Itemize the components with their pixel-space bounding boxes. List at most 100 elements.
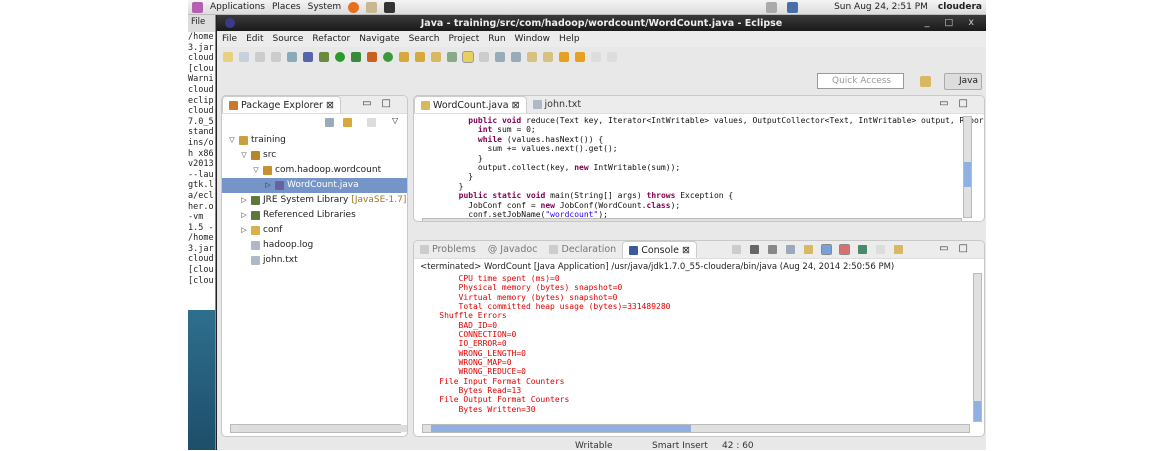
window-controls[interactable]: _ □ x (925, 17, 980, 28)
clock[interactable]: Sun Aug 24, 2:51 PM (834, 2, 928, 12)
code-editor[interactable]: public void reduce(Text key, Iterator<In… (414, 114, 984, 219)
menu-help[interactable]: Help (559, 34, 580, 44)
menu-system[interactable]: System (308, 2, 342, 12)
vertical-scrollbar[interactable] (963, 116, 972, 218)
twisty-icon[interactable]: ▷ (240, 193, 248, 208)
menu-refactor[interactable]: Refactor (312, 34, 350, 44)
prev-annotation-icon[interactable] (543, 52, 553, 62)
scroll-lock-icon[interactable] (804, 245, 813, 254)
vertical-scrollbar[interactable] (973, 273, 982, 422)
network-icon[interactable] (787, 1, 799, 13)
menu-search[interactable]: Search (409, 34, 440, 44)
show-whitespace-icon[interactable] (495, 52, 505, 62)
menu-places[interactable]: Places (272, 2, 301, 12)
terminal-menu-file[interactable]: File (191, 17, 205, 27)
menu-edit[interactable]: Edit (246, 34, 263, 44)
open-perspective-icon[interactable] (920, 76, 931, 87)
block-selection-icon[interactable] (479, 52, 489, 62)
run-icon[interactable] (335, 52, 345, 62)
show-stdout-icon[interactable] (821, 244, 832, 255)
twisty-icon[interactable]: ▷ (264, 178, 272, 193)
open-task-icon[interactable] (415, 52, 425, 62)
menu-file[interactable]: File (222, 34, 237, 44)
new-type-icon[interactable] (239, 52, 249, 62)
tab-john-txt[interactable]: john.txt (527, 96, 588, 113)
save-icon[interactable] (255, 52, 265, 62)
save-all-icon[interactable] (271, 52, 281, 62)
menu-applications[interactable]: Applications (210, 2, 265, 12)
twisty-icon[interactable]: ▽ (240, 148, 248, 163)
show-stderr-icon[interactable] (839, 244, 850, 255)
link-editor-icon[interactable] (343, 118, 352, 127)
quick-access-input[interactable]: Quick Access (817, 73, 904, 89)
menu-run[interactable]: Run (488, 34, 505, 44)
tree-item[interactable]: ▷ conf (222, 223, 407, 238)
tab-console[interactable]: Console ⊠ (622, 241, 697, 258)
clear-console-icon[interactable] (786, 245, 795, 254)
mark-occurrences-icon[interactable] (462, 51, 474, 63)
forward-icon[interactable] (591, 52, 601, 62)
terminal-window[interactable]: File /home 3.jar cloud [clou Warni cloud eclip… (188, 15, 216, 450)
next-annotation-icon[interactable] (527, 52, 537, 62)
terminal-launcher-icon[interactable] (384, 1, 396, 13)
menu-navigate[interactable]: Navigate (359, 34, 399, 44)
back-icon[interactable] (575, 52, 585, 62)
collapse-all-icon[interactable] (325, 118, 334, 127)
tree-item[interactable]: ▽ training (222, 133, 407, 148)
new-java-package-icon[interactable] (367, 52, 377, 62)
volume-icon[interactable] (766, 1, 778, 13)
tree-item[interactable]: ▷ JRE System Library [JavaSE-1.7] (222, 193, 407, 208)
print-icon[interactable] (287, 52, 297, 62)
pin-editor-icon[interactable] (607, 52, 617, 62)
minimize-maximize-icons[interactable]: ▭□ (362, 98, 401, 109)
debug-icon[interactable] (319, 52, 329, 62)
annotation-icon[interactable] (447, 52, 457, 62)
close-icon[interactable]: ⊠ (682, 245, 690, 256)
twisty-icon[interactable]: ▷ (240, 223, 248, 238)
tree-item[interactable]: ▷ WordCount.java (222, 178, 407, 193)
tab-javadoc[interactable]: @ Javadoc (482, 241, 544, 258)
horizontal-scrollbar[interactable] (230, 424, 407, 433)
tree-item[interactable]: john.txt (222, 253, 407, 268)
open-type-icon[interactable] (399, 52, 409, 62)
new-icon[interactable] (223, 52, 233, 62)
tree-item[interactable]: ▷ Referenced Libraries (222, 208, 407, 223)
terminate-icon[interactable] (732, 245, 741, 254)
toggle-breakpoint-icon[interactable] (303, 52, 313, 62)
pilcrow-icon[interactable] (511, 52, 521, 62)
search-icon[interactable] (431, 52, 441, 62)
display-console-icon[interactable] (876, 245, 885, 254)
twisty-icon[interactable]: ▷ (240, 208, 248, 223)
tree-item[interactable]: hadoop.log (222, 238, 407, 253)
tab-declaration[interactable]: Declaration (543, 241, 622, 258)
pin-console-icon[interactable] (858, 245, 867, 254)
minimize-maximize-icons[interactable]: ▭□ (939, 243, 978, 254)
tree-item[interactable]: ▽ com.hadoop.wordcount (222, 163, 407, 178)
horizontal-scrollbar[interactable] (422, 424, 970, 433)
twisty-icon[interactable]: ▽ (252, 163, 260, 178)
focus-icon[interactable] (367, 118, 376, 127)
menu-project[interactable]: Project (448, 34, 479, 44)
horizontal-scrollbar[interactable] (422, 218, 962, 221)
firefox-icon[interactable] (348, 1, 360, 13)
last-edit-icon[interactable] (559, 52, 569, 62)
settings-icon[interactable] (366, 1, 378, 13)
user-menu[interactable]: cloudera (938, 2, 982, 12)
run-last-tool-icon[interactable] (351, 52, 361, 62)
minimize-maximize-icons[interactable]: ▭□ (939, 98, 978, 109)
twisty-icon[interactable]: ▽ (228, 133, 236, 148)
open-console-icon[interactable] (894, 245, 903, 254)
menu-window[interactable]: Window (515, 34, 551, 44)
java-perspective-button[interactable]: Java (944, 73, 982, 90)
new-java-class-icon[interactable] (383, 52, 393, 62)
tab-package-explorer[interactable]: Package Explorer ⊠ (222, 96, 341, 113)
remove-all-icon[interactable] (768, 245, 777, 254)
tab-wordcount-java[interactable]: WordCount.java ⊠ (414, 96, 527, 113)
close-icon[interactable]: ⊠ (326, 100, 334, 111)
console-output[interactable]: CPU time spent (ms)=0 Physical memory (b… (414, 273, 984, 414)
menu-source[interactable]: Source (273, 34, 304, 44)
close-icon[interactable]: ⊠ (512, 100, 520, 111)
tab-problems[interactable]: Problems (414, 241, 482, 258)
remove-launch-icon[interactable] (750, 245, 759, 254)
view-menu-icon[interactable]: ▽ (392, 116, 398, 125)
